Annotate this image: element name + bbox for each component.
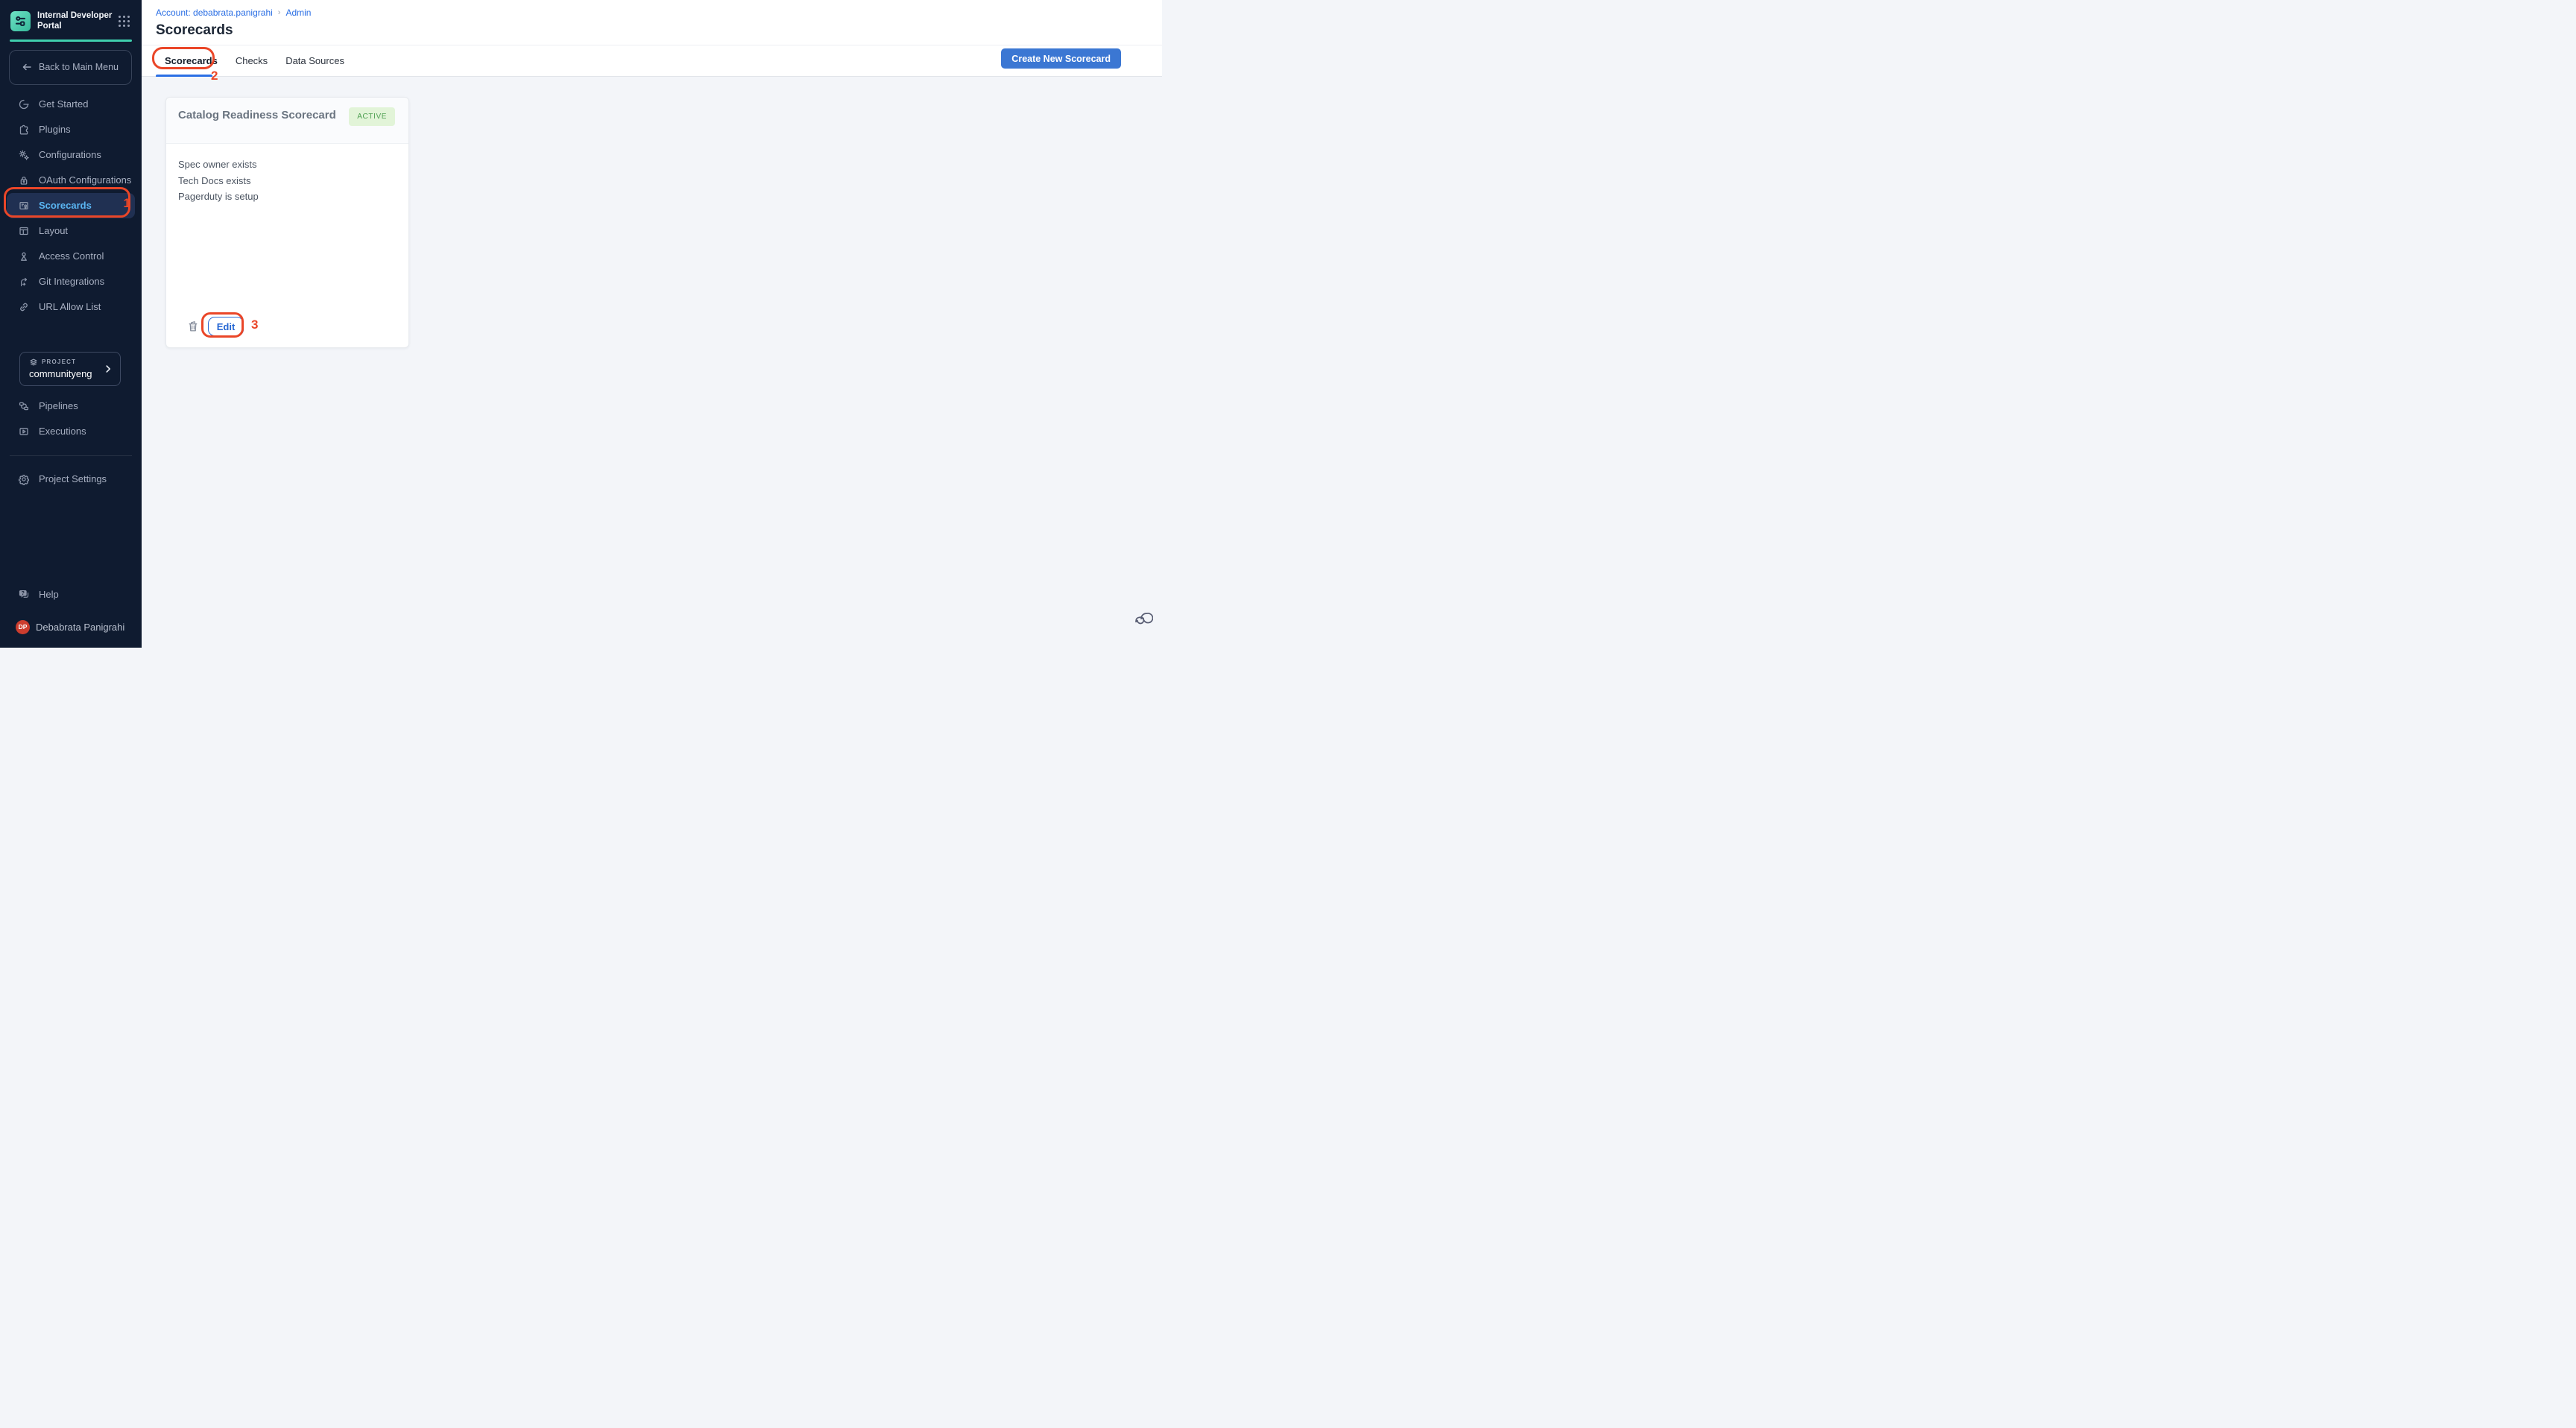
breadcrumb-account-link[interactable]: Account: debabrata.panigrahi — [156, 7, 273, 18]
stack-icon — [29, 358, 38, 367]
executions-icon — [18, 426, 30, 437]
check-item: Spec owner exists — [178, 157, 397, 173]
sidebar-item-url-allow-list[interactable]: URL Allow List — [0, 294, 142, 320]
project-selector[interactable]: PROJECT communityeng — [19, 352, 121, 386]
create-new-scorecard-button[interactable]: Create New Scorecard — [1001, 48, 1121, 69]
pipelines-icon — [18, 400, 30, 412]
page-title: Scorecards — [156, 22, 1162, 39]
lock-icon — [18, 174, 30, 186]
breadcrumb-admin-link[interactable]: Admin — [285, 7, 311, 18]
chevron-right-icon — [103, 364, 113, 374]
project-label: PROJECT — [42, 358, 76, 365]
sidebar-item-access-control[interactable]: Access Control — [0, 244, 142, 269]
help-chat-icon: ? — [18, 588, 30, 600]
main-area: Account: debabrata.panigrahi › Admin Sco… — [142, 0, 1162, 648]
scorecard-card-header: Catalog Readiness Scorecard ACTIVE — [166, 98, 408, 144]
delete-icon[interactable] — [187, 320, 199, 333]
sidebar-item-scorecards[interactable]: Scorecards — [7, 193, 135, 218]
breadcrumb: Account: debabrata.panigrahi › Admin — [156, 7, 1162, 18]
content-area: Catalog Readiness Scorecard ACTIVE Spec … — [142, 77, 1162, 647]
user-name: Debabrata Panigrahi — [36, 622, 124, 633]
configurations-icon — [18, 149, 30, 161]
check-item: Pagerduty is setup — [178, 189, 397, 205]
chat-support-icon[interactable] — [1134, 609, 1153, 630]
svg-text:?: ? — [22, 591, 25, 596]
edit-button[interactable]: Edit — [208, 317, 244, 336]
tab-bar: Scorecards Checks Data Sources Create Ne… — [142, 45, 1162, 77]
breadcrumb-separator: › — [278, 8, 281, 17]
sidebar-item-project-settings[interactable]: Project Settings — [0, 467, 142, 492]
person-icon — [18, 250, 30, 262]
sidebar-item-pipelines[interactable]: Pipelines — [0, 394, 142, 419]
sidebar-item-git-integrations[interactable]: Git Integrations — [0, 269, 142, 294]
layout-icon — [18, 225, 30, 237]
check-item: Tech Docs exists — [178, 173, 397, 189]
status-badge: ACTIVE — [349, 107, 395, 126]
page-header: Account: debabrata.panigrahi › Admin Sco… — [142, 0, 1162, 45]
gear-icon — [18, 473, 30, 485]
sidebar-item-get-started[interactable]: Get Started — [0, 92, 142, 117]
sidebar-item-help[interactable]: ? Help — [0, 581, 142, 607]
idp-logo-icon — [10, 11, 31, 31]
tab-checks[interactable]: Checks — [227, 45, 277, 76]
scorecard-card: Catalog Readiness Scorecard ACTIVE Spec … — [165, 97, 409, 348]
scorecard-card-footer: Edit — [187, 317, 244, 336]
sidebar-item-configurations[interactable]: Configurations — [0, 142, 142, 168]
get-started-icon — [18, 98, 30, 110]
scorecard-title: Catalog Readiness Scorecard — [178, 109, 336, 121]
user-menu[interactable]: DP Debabrata Panigrahi — [0, 614, 142, 639]
scorecards-icon — [18, 200, 30, 212]
sidebar-item-oauth-configurations[interactable]: OAuth Configurations — [0, 168, 142, 193]
sidebar-divider — [10, 455, 132, 456]
sidebar-item-plugins[interactable]: Plugins — [0, 117, 142, 142]
back-label: Back to Main Menu — [39, 62, 119, 72]
sidebar-accent-divider — [10, 40, 132, 42]
plugins-icon — [18, 124, 30, 136]
back-to-main-menu[interactable]: Back to Main Menu — [9, 50, 132, 85]
link-icon — [18, 301, 30, 313]
sidebar-item-executions[interactable]: Executions — [0, 419, 142, 444]
arrow-left-icon — [21, 61, 33, 73]
app-switcher-icon[interactable] — [119, 16, 130, 27]
sidebar-item-layout[interactable]: Layout — [0, 218, 142, 244]
avatar: DP — [16, 620, 30, 634]
tab-data-sources[interactable]: Data Sources — [277, 45, 353, 76]
sidebar-modules: Pipelines Executions — [0, 394, 142, 444]
app-logo: Internal Developer Portal — [0, 0, 142, 38]
sidebar: Internal Developer Portal Back to Main M… — [0, 0, 142, 648]
scorecard-checks-list: Spec owner exists Tech Docs exists Pager… — [166, 144, 408, 205]
app-title: Internal Developer Portal — [37, 11, 116, 31]
sidebar-nav: Get Started Plugins Configurations — [0, 92, 142, 320]
git-branch-icon — [18, 276, 30, 288]
tab-scorecards[interactable]: Scorecards — [156, 45, 227, 76]
